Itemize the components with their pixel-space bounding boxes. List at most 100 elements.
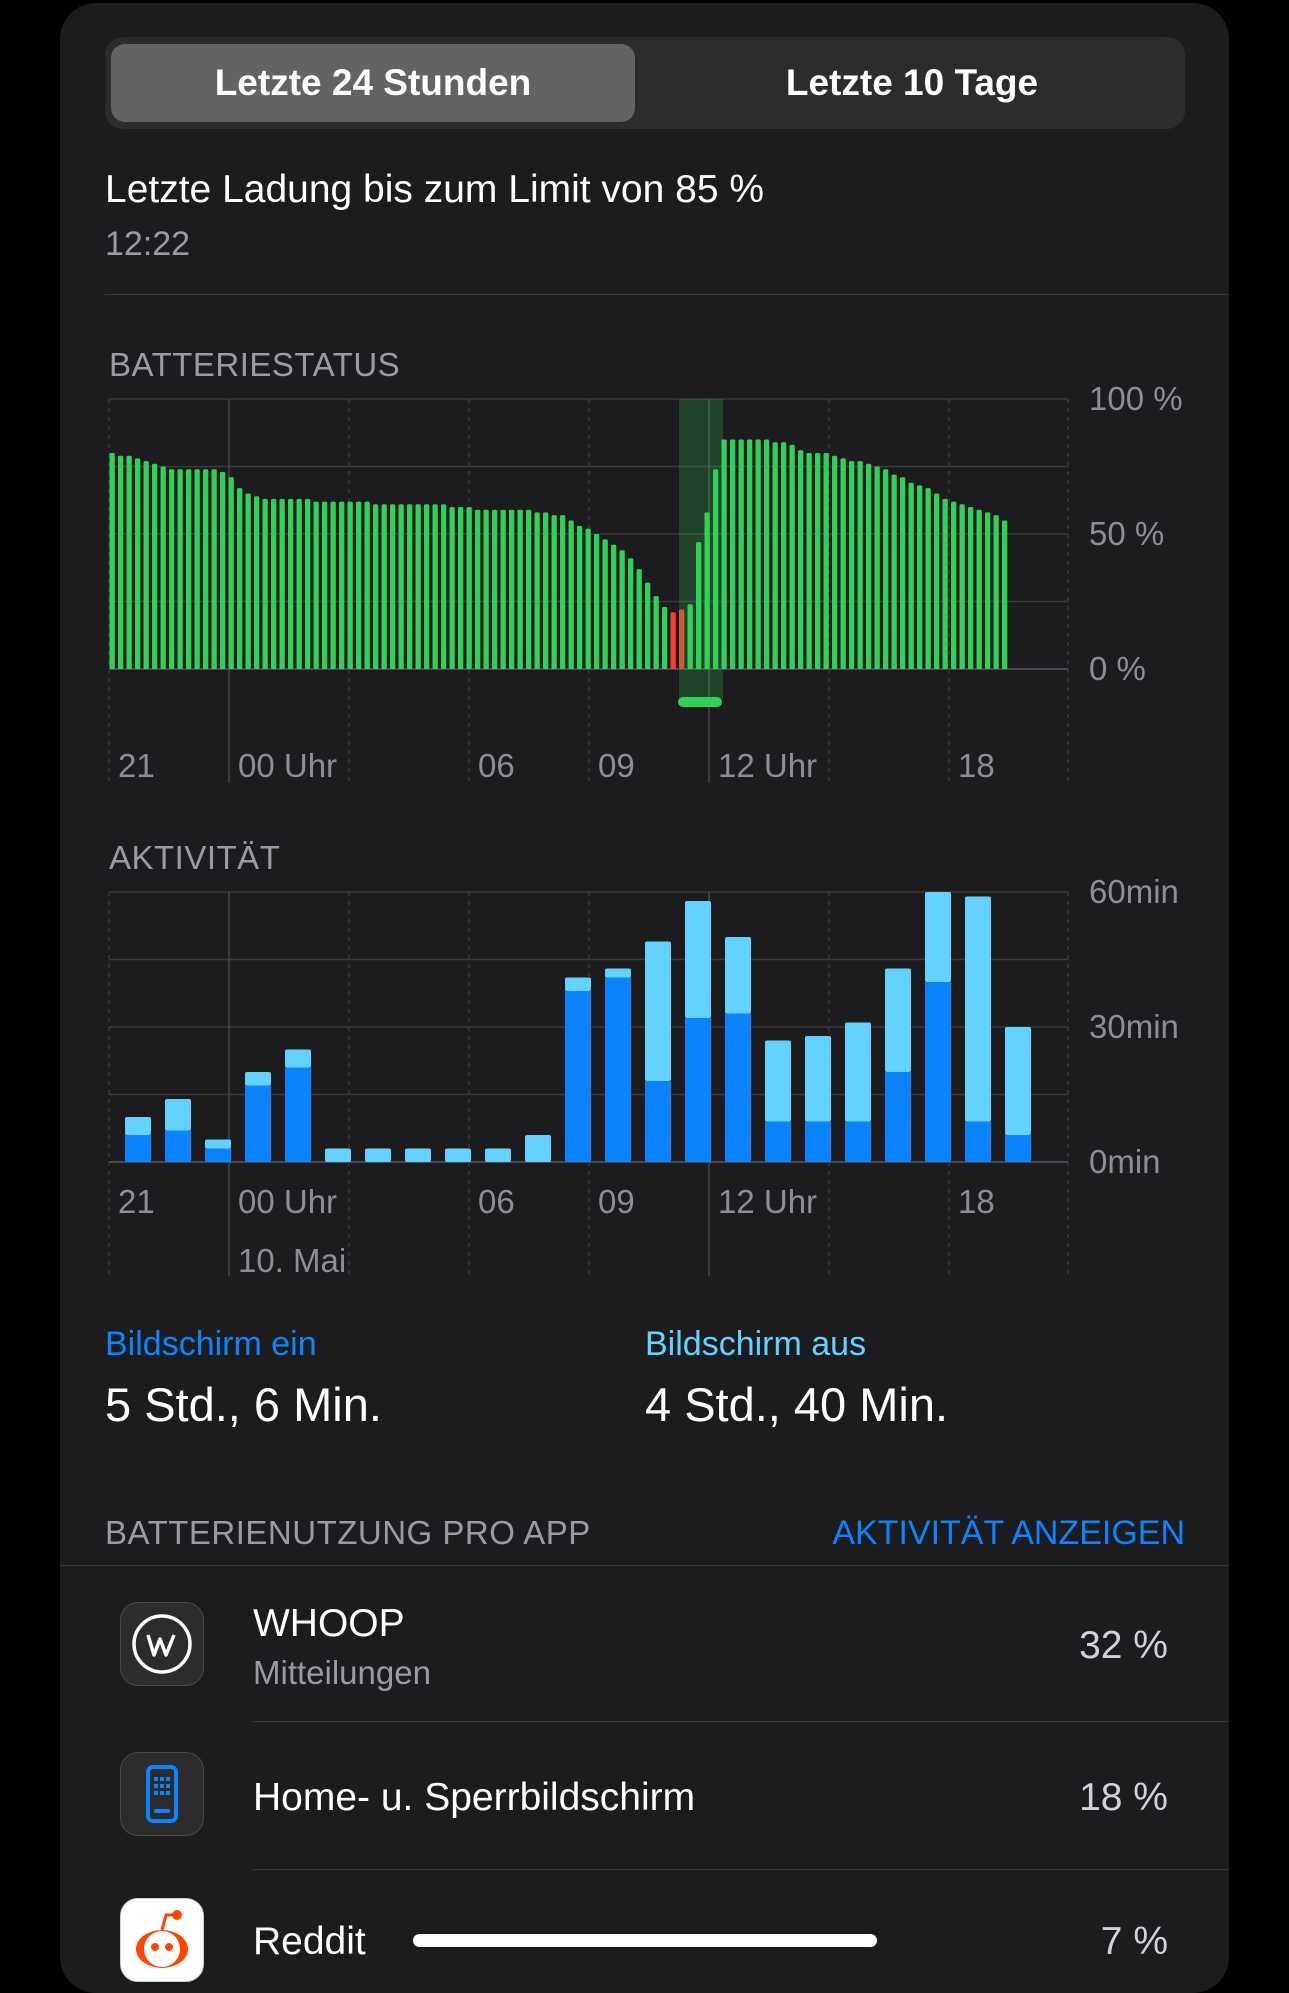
battery-bar (636, 569, 642, 669)
battery-bar (526, 509, 532, 669)
activity-chart: 60min 30min 0min 21 00 Uhr 06 09 12 Uhr … (108, 876, 1179, 1279)
activity-bar-screen-off (965, 896, 991, 1122)
battery-y-label-50: 50 % (1089, 515, 1164, 552)
battery-bar (160, 466, 166, 669)
battery-x-label-09: 09 (598, 747, 635, 784)
battery-bar (169, 469, 175, 669)
battery-bar (254, 496, 260, 669)
battery-bar (356, 501, 362, 669)
battery-bar (602, 539, 608, 669)
battery-bar (662, 606, 668, 669)
activity-bar-screen-off (405, 1148, 431, 1162)
phone-screen-icon (120, 1752, 204, 1836)
battery-chart: 100 % 50 % 0 % 21 00 Uhr 06 09 12 Uhr 18 (108, 383, 1183, 784)
activity-bar-screen-on (965, 1121, 991, 1162)
activity-x-label-12: 12 Uhr (718, 1183, 817, 1220)
battery-bar (245, 493, 251, 669)
battery-bar (237, 488, 243, 669)
tab-last-10-days[interactable]: Letzte 10 Tage (645, 44, 1179, 122)
activity-bar-screen-on (125, 1135, 151, 1162)
screen-off-label: Bildschirm aus (645, 1325, 867, 1363)
battery-bar (126, 455, 132, 669)
activity-bar-screen-off (365, 1148, 391, 1162)
last-charge-title: Letzte Ladung bis zum Limit von 85 % (105, 168, 765, 211)
activity-bar-screen-on (565, 991, 591, 1162)
activity-bar-screen-on (205, 1148, 231, 1162)
battery-bar (883, 469, 889, 669)
activity-x-label-00: 00 Uhr (238, 1183, 337, 1220)
app-subtitle: Mitteilungen (253, 1654, 431, 1691)
activity-bar-screen-on (685, 1018, 711, 1162)
battery-bar (271, 498, 277, 669)
activity-bar-screen-off (285, 1049, 311, 1068)
battery-bar (849, 461, 855, 669)
battery-bar (262, 498, 268, 669)
home-indicator[interactable] (413, 1934, 877, 1947)
battery-bar (228, 477, 234, 669)
battery-bar (407, 504, 413, 669)
battery-bar (152, 463, 158, 669)
battery-bar (951, 501, 957, 669)
activity-bar-screen-off (885, 968, 911, 1072)
battery-bar (806, 453, 812, 669)
battery-bar (942, 498, 948, 669)
battery-bar (449, 507, 455, 669)
app-row-home-lock-screen[interactable]: Home- u. Sperrbildschirm 18 % (60, 1722, 1229, 1870)
battery-bar (789, 444, 795, 669)
battery-bar (815, 453, 821, 669)
charging-marker (678, 697, 722, 707)
battery-bar (475, 509, 481, 669)
battery-bar (653, 596, 659, 669)
activity-bar-screen-on (845, 1121, 871, 1162)
battery-bar (568, 520, 574, 669)
activity-bar-screen-off (805, 1036, 831, 1122)
app-name: Reddit (253, 1920, 366, 1963)
battery-bar (993, 515, 999, 669)
screen-off-value: 4 Std., 40 Min. (645, 1378, 949, 1431)
battery-bar (220, 471, 226, 669)
battery-bar (730, 439, 736, 669)
battery-bar (577, 525, 583, 669)
battery-bar (560, 515, 566, 669)
activity-bar-screen-on (885, 1072, 911, 1162)
activity-y-label-0: 0min (1089, 1143, 1161, 1180)
battery-bar (186, 469, 192, 669)
battery-bar (203, 469, 209, 669)
activity-bar-screen-off (845, 1022, 871, 1122)
activity-date-label: 10. Mai (238, 1242, 346, 1279)
battery-bar (441, 504, 447, 669)
activity-x-label-06: 06 (478, 1183, 515, 1220)
battery-bar (891, 474, 897, 669)
battery-bar (517, 509, 523, 669)
show-activity-button[interactable]: AKTIVITÄT ANZEIGEN (832, 1514, 1185, 1553)
battery-bar (390, 504, 396, 669)
battery-bar (492, 509, 498, 669)
activity-bar-screen-on (765, 1121, 791, 1162)
battery-bar (781, 442, 787, 669)
activity-bar-screen-off (525, 1135, 551, 1162)
battery-bar (772, 442, 778, 669)
battery-bar (143, 461, 149, 669)
battery-bar (458, 507, 464, 669)
activity-bar-screen-off (325, 1148, 351, 1162)
battery-bar (313, 501, 319, 669)
activity-bar-screen-off (1005, 1027, 1031, 1135)
battery-x-label-21: 21 (118, 747, 155, 784)
activity-bar-screen-off (565, 977, 591, 991)
battery-bar (747, 439, 753, 669)
battery-bar (415, 504, 421, 669)
time-range-segmented-control[interactable]: Letzte 24 Stunden Letzte 10 Tage (105, 37, 1185, 129)
battery-bar (500, 509, 506, 669)
battery-bar (373, 504, 379, 669)
app-name: WHOOP (253, 1602, 405, 1645)
activity-bar-screen-off (605, 968, 631, 978)
app-row-reddit[interactable]: Reddit 7 % (60, 1870, 1229, 1990)
app-row-whoop[interactable]: WHOOP Mitteilungen 32 % (60, 1566, 1229, 1721)
tab-last-24-hours[interactable]: Letzte 24 Stunden (111, 44, 635, 122)
battery-bar (534, 512, 540, 669)
battery-bar (135, 458, 141, 669)
app-name: Home- u. Sperrbildschirm (253, 1776, 696, 1819)
battery-bar (866, 463, 872, 669)
battery-status-heading: BATTERIESTATUS (109, 346, 401, 383)
battery-bar (305, 498, 311, 669)
